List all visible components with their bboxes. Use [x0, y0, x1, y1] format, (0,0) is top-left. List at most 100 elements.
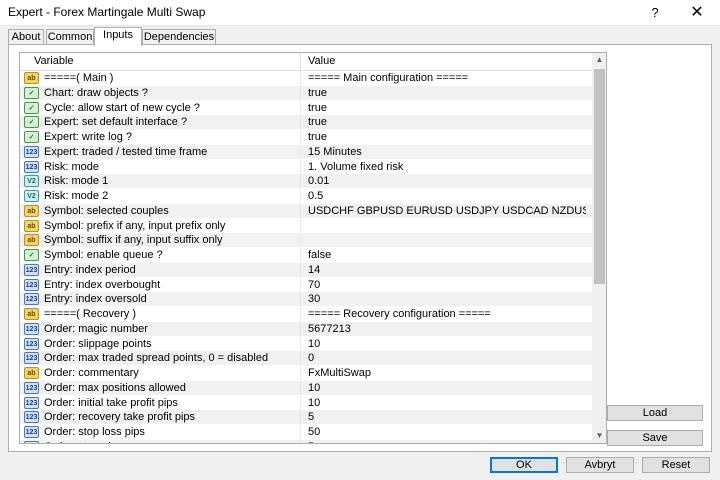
variable-value[interactable]: 10	[308, 338, 586, 350]
integer-type-icon: 123	[24, 263, 39, 276]
table-row[interactable]: ✓ Chart: draw objects ? true	[20, 85, 592, 101]
table-row[interactable]: 123 Entry: index oversold 30	[20, 292, 592, 307]
variable-value[interactable]: ===== Main configuration =====	[308, 72, 586, 84]
table-row[interactable]: 123 Order: recovery take profit pips 5	[20, 410, 592, 425]
table-row[interactable]: ab Order: commentary FxMultiSwap	[20, 366, 592, 381]
column-header-variable[interactable]: Variable	[34, 55, 74, 67]
variable-value[interactable]: 10	[308, 397, 586, 409]
integer-type-icon: 123	[24, 411, 39, 424]
column-header-value[interactable]: Value	[308, 55, 335, 67]
variable-value[interactable]: 50	[308, 426, 586, 438]
table-row[interactable]: ✓ Cycle: allow start of new cycle ? true	[20, 100, 592, 116]
close-icon[interactable]: ✕	[682, 2, 712, 24]
cell-divider	[300, 410, 301, 424]
table-row[interactable]: V2 Risk: mode 2 0.5	[20, 189, 592, 204]
variable-value[interactable]: 15 Minutes	[308, 146, 586, 158]
help-icon[interactable]: ?	[640, 2, 670, 24]
cell-divider	[300, 380, 301, 395]
variable-value[interactable]: 70	[308, 279, 586, 291]
cell-divider	[300, 395, 301, 410]
cell-divider	[300, 233, 301, 247]
table-row[interactable]: ab Symbol: selected couples USDCHF GBPUSD …	[20, 203, 592, 219]
variable-value[interactable]: true	[308, 131, 586, 143]
table-row[interactable]: ab =====( Recovery ) ===== Recovery config…	[20, 307, 592, 322]
table-row[interactable]: ✓ Expert: set default interface ? true	[20, 115, 592, 130]
cell-divider	[300, 307, 301, 321]
variable-value[interactable]: 0.5	[308, 190, 586, 202]
variable-value[interactable]: true	[308, 116, 586, 128]
cell-divider	[300, 159, 301, 174]
table-row[interactable]: V2 Risk: mode 1 0.01	[20, 174, 592, 189]
variable-value[interactable]: 5	[308, 411, 586, 423]
tab-inputs[interactable]: Inputs	[94, 27, 142, 46]
column-divider[interactable]	[300, 53, 301, 71]
variable-value[interactable]: true	[308, 102, 586, 114]
double-type-icon: V2	[24, 175, 39, 188]
scroll-up-icon[interactable]: ▲	[592, 53, 606, 67]
variable-name: Symbol: enable queue ?	[44, 249, 163, 261]
variable-value[interactable]: 10	[308, 382, 586, 394]
cell-divider	[300, 218, 301, 233]
cell-divider	[300, 262, 301, 277]
table-row[interactable]: ab =====( Main ) ===== Main configuration …	[20, 71, 592, 86]
variable-name: =====( Recovery )	[44, 308, 137, 320]
scroll-down-icon[interactable]: ▼	[592, 429, 606, 443]
integer-type-icon: 123	[24, 160, 39, 173]
variable-name: Order: stop loss pips	[44, 426, 145, 438]
variable-name: Order: recovery take profit pips	[44, 411, 196, 424]
variable-name: Entry: index period	[44, 263, 136, 276]
table-row[interactable]: ab Symbol: suffix if any, input suffix on…	[20, 233, 592, 248]
variable-value[interactable]: true	[308, 87, 586, 99]
load-button[interactable]: Load	[607, 405, 703, 421]
variable-value[interactable]: 0.01	[308, 175, 586, 187]
variable-value[interactable]: false	[308, 249, 586, 261]
variable-value[interactable]: 14	[308, 264, 586, 276]
variable-name: Expert: set default interface ?	[44, 116, 188, 129]
variable-value[interactable]: 5677213	[308, 323, 586, 335]
cell-divider	[300, 85, 301, 100]
cell-divider	[300, 144, 301, 159]
window-title: Expert - Forex Martingale Multi Swap	[8, 5, 206, 19]
table-row[interactable]: 123 Order: step pips 5	[20, 439, 592, 443]
reset-button[interactable]: Reset	[642, 457, 710, 473]
table-row[interactable]: ✓ Expert: write log ? true	[20, 130, 592, 145]
variable-name: Cycle: allow start of new cycle ?	[44, 101, 200, 114]
variable-name: Order: commentary	[44, 367, 139, 379]
cell-divider	[300, 115, 301, 129]
table-row[interactable]: ✓ Symbol: enable queue ? false	[20, 248, 592, 263]
table-row[interactable]: 123 Order: max traded spread points, 0 = …	[20, 351, 592, 366]
variable-name: Order: magic number	[44, 322, 148, 335]
integer-type-icon: 123	[24, 145, 39, 158]
table-row[interactable]: ab Symbol: prefix if any, input prefix on…	[20, 218, 592, 234]
integer-type-icon: 123	[24, 440, 39, 443]
vertical-scrollbar[interactable]: ▲ ▼	[592, 53, 606, 443]
variable-value[interactable]: 30	[308, 293, 586, 305]
table-row[interactable]: 123 Entry: index period 14	[20, 262, 592, 278]
cell-divider	[300, 71, 301, 85]
tab-common[interactable]: Common	[46, 29, 94, 45]
table-row[interactable]: 123 Order: stop loss pips 50	[20, 425, 592, 440]
variable-value[interactable]: USDCHF GBPUSD EURUSD USDJPY USDCAD NZDUS…	[308, 205, 586, 217]
table-row[interactable]: 123 Order: initial take profit pips 10	[20, 395, 592, 411]
save-button[interactable]: Save	[607, 430, 703, 446]
variable-value[interactable]: ===== Recovery configuration =====	[308, 308, 586, 320]
ok-button[interactable]: OK	[490, 457, 558, 473]
cell-divider	[300, 425, 301, 439]
variable-value[interactable]: 5	[308, 441, 586, 443]
table-row[interactable]: 123 Order: slippage points 10	[20, 336, 592, 352]
variable-value[interactable]: 0	[308, 352, 586, 364]
tab-about[interactable]: About	[8, 29, 44, 45]
scroll-thumb[interactable]	[594, 69, 605, 284]
tab-dependencies[interactable]: Dependencies	[142, 29, 216, 45]
table-row[interactable]: 123 Entry: index overbought 70	[20, 277, 592, 293]
table-row[interactable]: 123 Expert: traded / tested time frame 15 …	[20, 144, 592, 160]
table-row[interactable]: 123 Order: magic number 5677213	[20, 321, 592, 337]
variable-value[interactable]: FxMultiSwap	[308, 367, 586, 379]
table-row[interactable]: 123 Order: max positions allowed 10	[20, 380, 592, 396]
cell-divider	[300, 189, 301, 203]
table-row[interactable]: 123 Risk: mode 1. Volume fixed risk	[20, 159, 592, 175]
boolean-type-icon: ✓	[24, 101, 39, 114]
cancel-button[interactable]: Avbryt	[566, 457, 634, 473]
cell-divider	[300, 277, 301, 292]
variable-value[interactable]: 1. Volume fixed risk	[308, 161, 586, 173]
